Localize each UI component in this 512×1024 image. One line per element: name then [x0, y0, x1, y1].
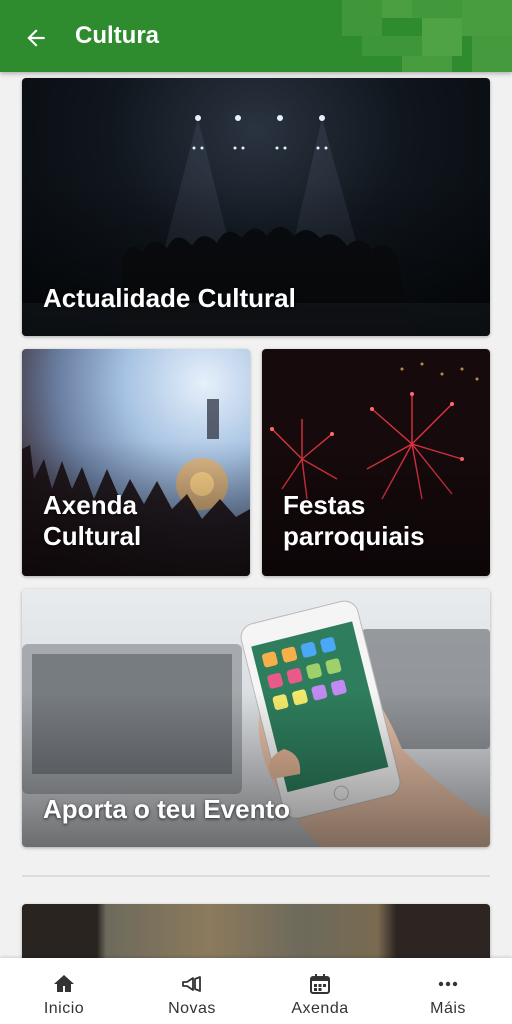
- arrow-left-icon: [27, 29, 45, 47]
- shop-window-image: [22, 904, 490, 964]
- header-pattern: [342, 0, 512, 72]
- more-icon: [438, 981, 458, 987]
- card-festas-parroquiais[interactable]: Festas parroquiais: [262, 349, 490, 576]
- card-aporta-o-teu-evento[interactable]: Aporta o teu Evento: [22, 589, 490, 847]
- nav-item-axenda[interactable]: Axenda: [256, 958, 384, 1024]
- app-bar: Cultura: [0, 0, 512, 72]
- back-button[interactable]: [18, 20, 54, 56]
- card-label: Festas parroquiais: [283, 490, 425, 551]
- card-label: Actualidade Cultural: [43, 283, 296, 313]
- calendar-icon: [310, 974, 330, 994]
- card-partial[interactable]: [22, 904, 490, 964]
- page-title: Cultura: [75, 22, 159, 49]
- megaphone-icon: [182, 976, 201, 992]
- home-icon: [54, 975, 74, 992]
- nav-item-inicio[interactable]: Inicio: [0, 958, 128, 1024]
- card-label: Aporta o teu Evento: [43, 794, 291, 824]
- divider: [22, 875, 490, 877]
- card-label: Axenda Cultural: [43, 490, 142, 551]
- nav-item-novas[interactable]: Novas: [128, 958, 256, 1024]
- nav-item-mais[interactable]: Máis: [384, 958, 512, 1024]
- card-axenda-cultural[interactable]: Axenda Cultural: [22, 349, 250, 576]
- card-actualidade-cultural[interactable]: Actualidade Cultural: [22, 78, 490, 336]
- bottom-nav: Inicio Novas Axenda Máis: [0, 958, 512, 1024]
